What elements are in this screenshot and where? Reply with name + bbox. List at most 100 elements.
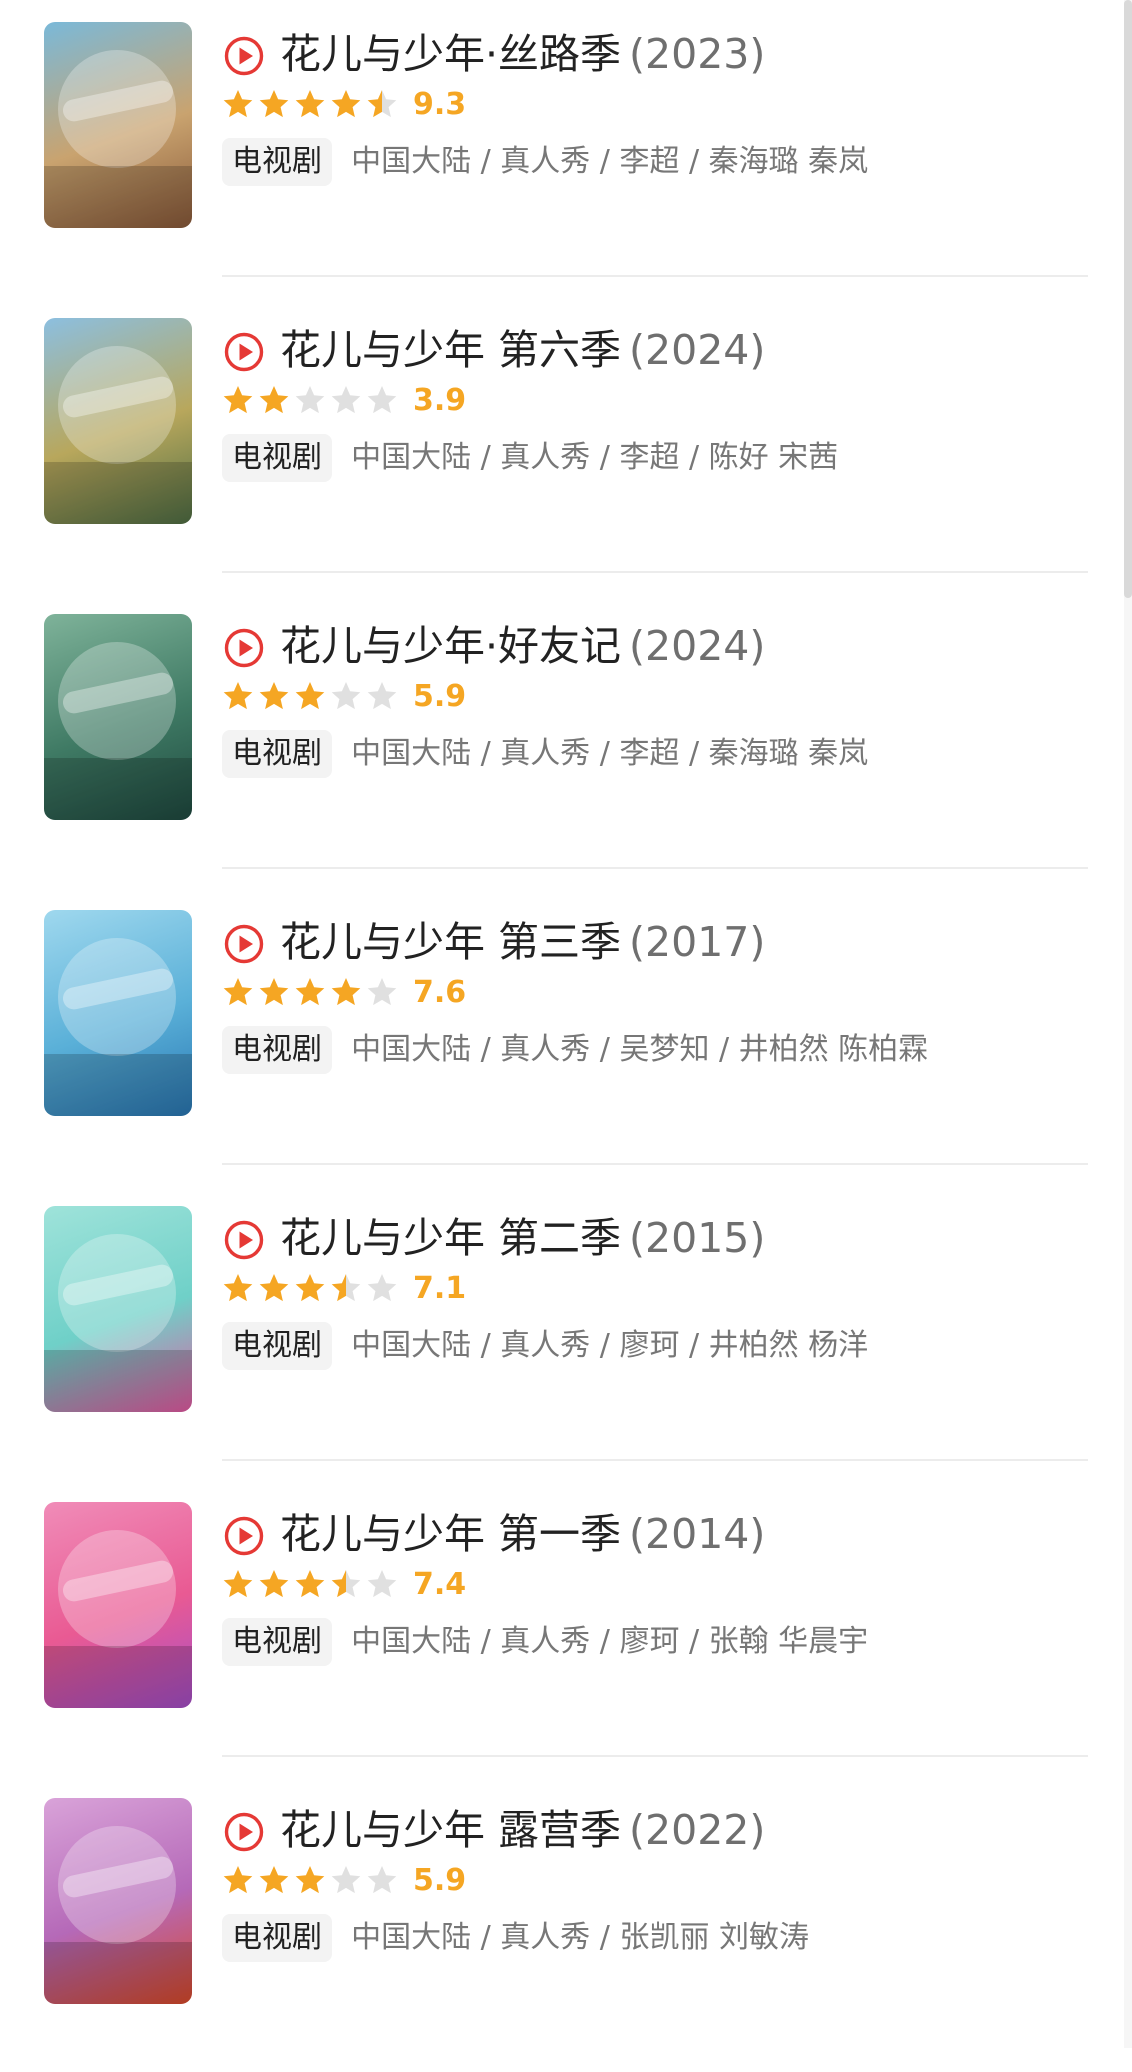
result-item[interactable]: 花儿与少年 第三季 (2017) 7.6 电视剧 中国大陆 / 真人秀 / 吴梦知… <box>0 888 1132 1184</box>
play-circle-icon[interactable] <box>224 628 264 668</box>
star-icon <box>259 1570 289 1598</box>
poster-image[interactable] <box>44 1206 192 1412</box>
result-item[interactable]: 花儿与少年 第一季 (2014) 7.4 电视剧 中国大陆 / 真人秀 / 廖珂 … <box>0 1480 1132 1776</box>
release-year: (2024) <box>629 622 766 670</box>
star-icon <box>367 1274 397 1302</box>
star-icon <box>331 1866 361 1894</box>
title-text[interactable]: 花儿与少年 露营季 <box>280 1806 621 1854</box>
poster-image[interactable] <box>44 1502 192 1708</box>
rating-score: 5.9 <box>413 679 467 714</box>
rating-score: 7.4 <box>413 1567 467 1602</box>
divider <box>222 571 1088 573</box>
result-meta: 电视剧 中国大陆 / 真人秀 / 李超 / 陈好 宋茜 <box>222 434 838 482</box>
star-icon <box>331 386 361 414</box>
result-title[interactable]: 花儿与少年 露营季 (2022) <box>280 1802 765 1858</box>
star-icon <box>223 90 253 118</box>
star-icon <box>295 1570 325 1598</box>
star-icon <box>295 978 325 1006</box>
star-icon <box>223 682 253 710</box>
result-item[interactable]: 花儿与少年 第六季 (2024) 3.9 电视剧 中国大陆 / 真人秀 / 李超 … <box>0 296 1132 592</box>
poster-image[interactable] <box>44 910 192 1116</box>
star-icon <box>223 1570 253 1598</box>
release-year: (2014) <box>629 1510 766 1558</box>
title-text[interactable]: 花儿与少年 第一季 <box>280 1510 621 1558</box>
category-tag: 电视剧 <box>222 1618 332 1666</box>
star-icon <box>259 978 289 1006</box>
meta-info: 中国大陆 / 真人秀 / 廖珂 / 张翰 华晨宇 <box>351 1624 869 1659</box>
release-year: (2015) <box>629 1214 766 1262</box>
star-icon <box>367 682 397 710</box>
result-title[interactable]: 花儿与少年 第三季 (2017) <box>280 914 765 970</box>
result-item[interactable]: 花儿与少年 露营季 (2022) 5.9 电视剧 中国大陆 / 真人秀 / 张凯丽… <box>0 1776 1132 2072</box>
play-circle-icon[interactable] <box>224 1516 264 1556</box>
result-title[interactable]: 花儿与少年·丝路季 (2023) <box>280 26 765 82</box>
category-tag: 电视剧 <box>222 1322 332 1370</box>
title-text[interactable]: 花儿与少年 第二季 <box>280 1214 621 1262</box>
star-icon <box>331 1570 361 1598</box>
divider <box>222 1459 1088 1461</box>
divider <box>222 1163 1088 1165</box>
result-title[interactable]: 花儿与少年·好友记 (2024) <box>280 618 765 674</box>
star-icon <box>295 386 325 414</box>
title-text[interactable]: 花儿与少年·丝路季 <box>280 30 621 78</box>
rating-stars <box>223 90 397 118</box>
scrollbar-thumb[interactable] <box>1124 0 1132 598</box>
star-icon <box>367 978 397 1006</box>
play-circle-icon[interactable] <box>224 924 264 964</box>
poster-image[interactable] <box>44 22 192 228</box>
result-meta: 电视剧 中国大陆 / 真人秀 / 吴梦知 / 井柏然 陈柏霖 <box>222 1026 928 1074</box>
rating-stars <box>223 978 397 1006</box>
star-icon <box>259 682 289 710</box>
category-tag: 电视剧 <box>222 730 332 778</box>
poster-image[interactable] <box>44 1798 192 2004</box>
result-title[interactable]: 花儿与少年 第一季 (2014) <box>280 1506 765 1562</box>
rating-stars <box>223 1866 397 1894</box>
star-icon <box>223 386 253 414</box>
result-title[interactable]: 花儿与少年 第六季 (2024) <box>280 322 765 378</box>
play-circle-icon[interactable] <box>224 36 264 76</box>
meta-info: 中国大陆 / 真人秀 / 李超 / 秦海璐 秦岚 <box>351 736 869 771</box>
star-icon <box>295 1866 325 1894</box>
result-meta: 电视剧 中国大陆 / 真人秀 / 李超 / 秦海璐 秦岚 <box>222 138 868 186</box>
star-icon <box>367 1866 397 1894</box>
result-item[interactable]: 花儿与少年·好友记 (2024) 5.9 电视剧 中国大陆 / 真人秀 / 李超 … <box>0 592 1132 888</box>
result-meta: 电视剧 中国大陆 / 真人秀 / 廖珂 / 张翰 华晨宇 <box>222 1618 868 1666</box>
play-circle-icon[interactable] <box>224 1220 264 1260</box>
title-text[interactable]: 花儿与少年 第三季 <box>280 918 621 966</box>
rating-score: 7.1 <box>413 1271 467 1306</box>
title-text[interactable]: 花儿与少年 第六季 <box>280 326 621 374</box>
star-icon <box>367 1570 397 1598</box>
title-text[interactable]: 花儿与少年·好友记 <box>280 622 621 670</box>
play-circle-icon[interactable] <box>224 332 264 372</box>
release-year: (2024) <box>629 326 766 374</box>
star-icon <box>223 1274 253 1302</box>
release-year: (2022) <box>629 1806 766 1854</box>
result-item[interactable]: 花儿与少年 第二季 (2015) 7.1 电视剧 中国大陆 / 真人秀 / 廖珂 … <box>0 1184 1132 1480</box>
star-icon <box>295 1274 325 1302</box>
star-icon <box>259 90 289 118</box>
release-year: (2023) <box>629 30 766 78</box>
star-icon <box>367 90 397 118</box>
star-icon <box>259 386 289 414</box>
divider <box>222 867 1088 869</box>
star-icon <box>259 1866 289 1894</box>
release-year: (2017) <box>629 918 766 966</box>
play-circle-icon[interactable] <box>224 1812 264 1852</box>
star-icon <box>367 386 397 414</box>
divider <box>222 275 1088 277</box>
rating-score: 7.6 <box>413 975 467 1010</box>
meta-info: 中国大陆 / 真人秀 / 李超 / 陈好 宋茜 <box>351 440 839 475</box>
poster-image[interactable] <box>44 614 192 820</box>
result-meta: 电视剧 中国大陆 / 真人秀 / 张凯丽 刘敏涛 <box>222 1914 809 1962</box>
poster-image[interactable] <box>44 318 192 524</box>
star-icon <box>295 682 325 710</box>
category-tag: 电视剧 <box>222 434 332 482</box>
rating-stars <box>223 1570 397 1598</box>
scrollbar[interactable] <box>1124 0 1132 2048</box>
rating-score: 3.9 <box>413 383 467 418</box>
divider <box>222 1755 1088 1757</box>
category-tag: 电视剧 <box>222 1914 332 1962</box>
result-item[interactable]: 花儿与少年·丝路季 (2023) 9.3 电视剧 中国大陆 / 真人秀 / 李超 … <box>0 0 1132 296</box>
result-title[interactable]: 花儿与少年 第二季 (2015) <box>280 1210 765 1266</box>
result-meta: 电视剧 中国大陆 / 真人秀 / 廖珂 / 井柏然 杨洋 <box>222 1322 868 1370</box>
